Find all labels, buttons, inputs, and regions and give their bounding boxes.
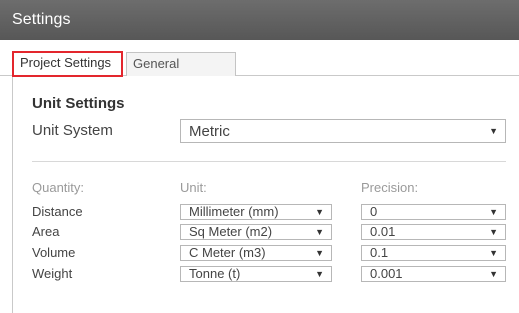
quantity-label-volume: Volume — [32, 245, 76, 260]
precision-value: 0.01 — [370, 224, 396, 239]
divider — [32, 161, 506, 162]
unit-value: C Meter (m3) — [189, 245, 266, 260]
quantity-label-area: Area — [32, 224, 60, 239]
precision-value: 0.001 — [370, 266, 403, 281]
chevron-down-icon: ▼ — [315, 248, 324, 258]
precision-select-weight[interactable]: 0.001 ▼ — [361, 266, 506, 282]
chevron-down-icon: ▼ — [489, 227, 498, 237]
quantity-header: Quantity: — [32, 180, 85, 195]
chevron-down-icon: ▼ — [489, 248, 498, 258]
unit-select-volume[interactable]: C Meter (m3) ▼ — [180, 245, 332, 261]
chevron-down-icon: ▼ — [315, 207, 324, 217]
unit-system-select[interactable]: Metric ▼ — [180, 119, 506, 143]
precision-select-distance[interactable]: 0 ▼ — [361, 204, 506, 220]
title-bar: Settings — [0, 0, 519, 40]
unit-settings-heading: Unit Settings — [32, 95, 125, 112]
unit-select-area[interactable]: Sq Meter (m2) ▼ — [180, 224, 332, 240]
chevron-down-icon: ▼ — [315, 269, 324, 279]
quantity-label-distance: Distance — [32, 204, 83, 219]
precision-header: Precision: — [361, 180, 419, 195]
chevron-down-icon: ▼ — [489, 269, 498, 279]
unit-value: Millimeter (mm) — [189, 204, 279, 219]
chevron-down-icon: ▼ — [489, 126, 498, 136]
unit-header: Unit: — [180, 180, 207, 195]
unit-select-distance[interactable]: Millimeter (mm) ▼ — [180, 204, 332, 220]
chevron-down-icon: ▼ — [489, 207, 498, 217]
unit-system-value: Metric — [189, 123, 230, 140]
tab-project-settings[interactable]: Project Settings — [12, 51, 123, 77]
unit-select-weight[interactable]: Tonne (t) ▼ — [180, 266, 332, 282]
precision-value: 0 — [370, 204, 378, 219]
precision-value: 0.1 — [370, 245, 389, 260]
quantity-label-weight: Weight — [32, 266, 73, 281]
unit-value: Tonne (t) — [189, 266, 241, 281]
tab-general-settings[interactable]: General Settings — [126, 52, 236, 93]
precision-select-area[interactable]: 0.01 ▼ — [361, 224, 506, 240]
chevron-down-icon: ▼ — [315, 227, 324, 237]
window-title: Settings — [12, 11, 71, 28]
unit-value: Sq Meter (m2) — [189, 224, 273, 239]
precision-select-volume[interactable]: 0.1 ▼ — [361, 245, 506, 261]
unit-system-label: Unit System — [32, 122, 113, 139]
